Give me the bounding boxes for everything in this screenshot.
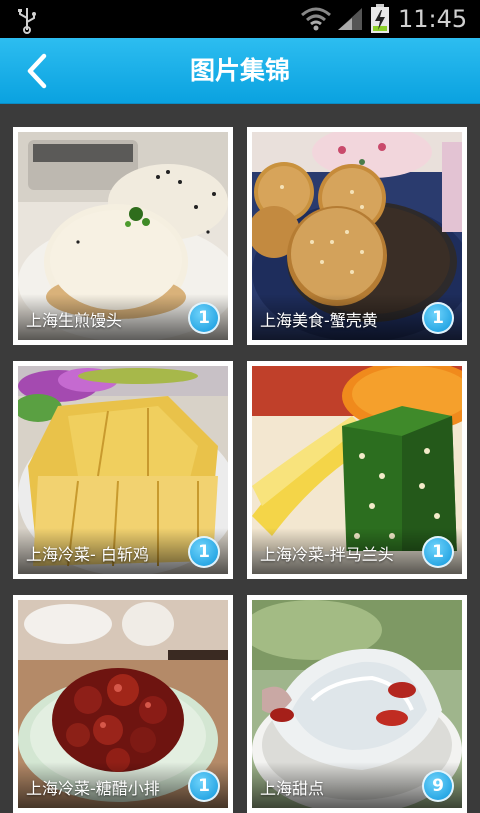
item-count-badge: 1 [188,770,220,802]
item-photo: 上海冷菜-拌马兰头 1 [252,366,462,574]
item-count-badge: 1 [422,302,454,334]
status-time: 11:45 [398,5,468,33]
item-photo: 上海美食-蟹壳黄 1 [252,132,462,340]
status-bar: 11:45 [0,0,480,38]
item-label: 上海生煎馒头 [26,311,123,330]
item-count-badge: 1 [188,302,220,334]
gallery-item-baizhanji[interactable]: 上海冷菜- 白斩鸡 1 [13,361,233,579]
gallery-item-shengjian[interactable]: 上海生煎馒头 1 [13,127,233,345]
item-photo: 上海冷菜-糖醋小排 1 [18,600,228,808]
gallery-grid: 上海生煎馒头 1 上海美食-蟹壳黄 1 上海冷菜- 白斩鸡 1 上海冷菜-拌马兰… [0,104,480,813]
item-label: 上海美食-蟹壳黄 [260,311,378,330]
item-label: 上海冷菜-糖醋小排 [26,779,160,798]
item-count-badge: 1 [422,536,454,568]
item-count-badge: 9 [422,770,454,802]
gallery-item-malantou[interactable]: 上海冷菜-拌马兰头 1 [247,361,467,579]
battery-charging-icon [371,4,389,33]
item-photo: 上海冷菜- 白斩鸡 1 [18,366,228,574]
gallery-item-tangcu[interactable]: 上海冷菜-糖醋小排 1 [13,595,233,813]
item-photo: 上海甜点 9 [252,600,462,808]
item-photo: 上海生煎馒头 1 [18,132,228,340]
item-label: 上海冷菜- 白斩鸡 [26,545,149,564]
signal-icon [338,8,362,30]
gallery-item-xiekehuang[interactable]: 上海美食-蟹壳黄 1 [247,127,467,345]
usb-icon [18,8,36,34]
title-bar: 图片集锦 [0,38,480,104]
page-title: 图片集锦 [189,56,290,85]
item-count-badge: 1 [188,536,220,568]
wifi-icon [301,7,331,31]
item-label: 上海冷菜-拌马兰头 [260,545,394,564]
gallery-item-tiandian[interactable]: 上海甜点 9 [247,595,467,813]
item-label: 上海甜点 [260,779,325,798]
